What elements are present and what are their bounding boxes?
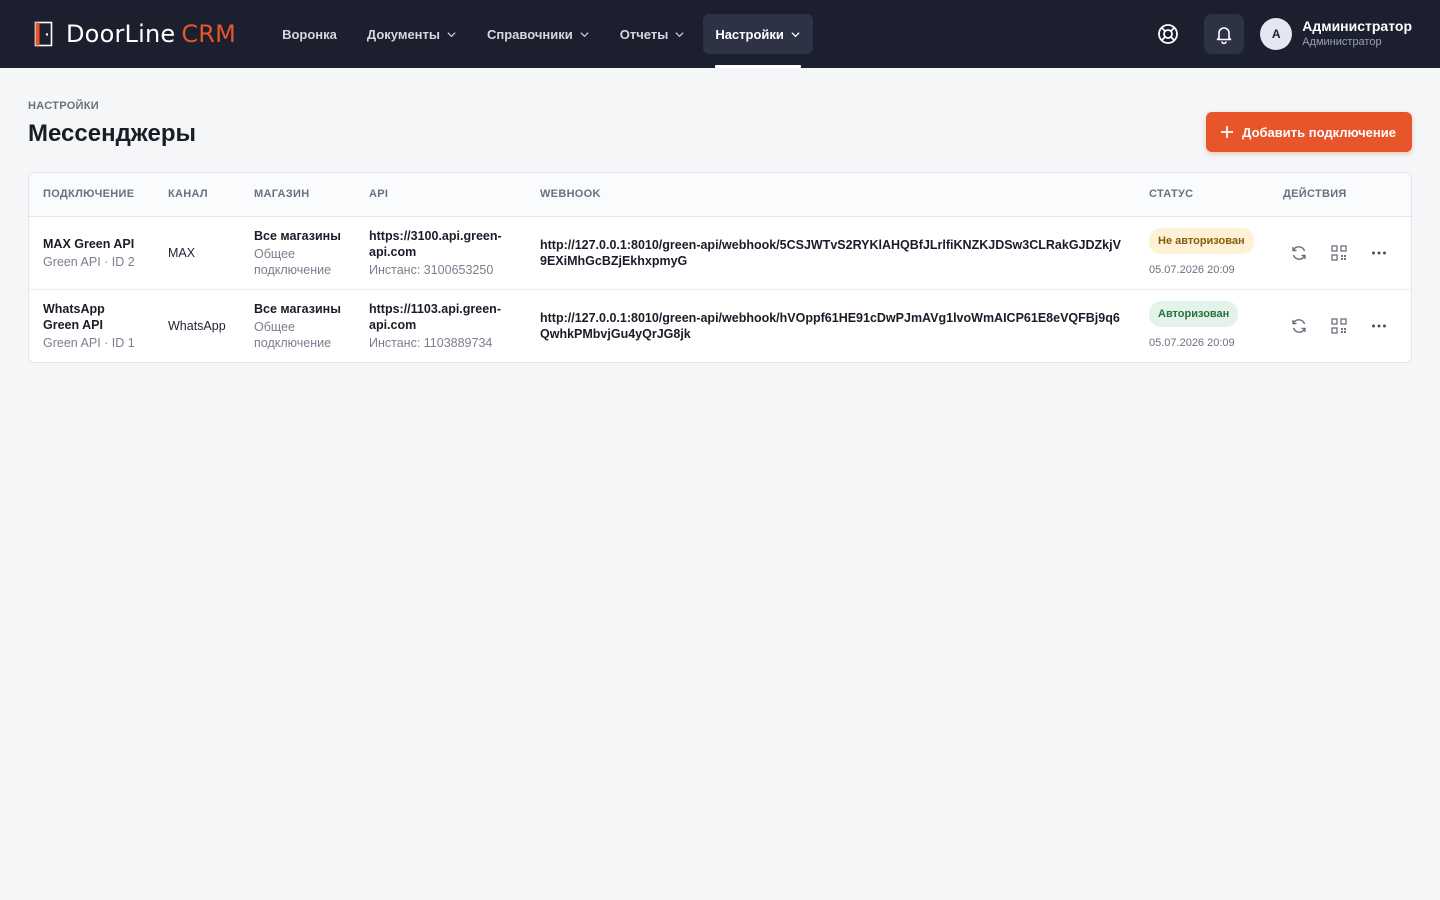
nav-item-funnel[interactable]: Воронка <box>270 14 349 54</box>
more-options-button[interactable] <box>1363 310 1395 342</box>
chevron-down-icon <box>791 31 800 37</box>
add-connection-button[interactable]: Добавить подключение <box>1206 112 1412 152</box>
connection-meta: Green API · ID 1 <box>43 335 135 350</box>
nav-item-settings[interactable]: Настройки <box>703 14 813 68</box>
refresh-icon <box>1292 245 1306 260</box>
qr-code-icon <box>1331 244 1347 261</box>
table-row: MAX Green API Green API · ID 2 MAX Все м… <box>29 216 1411 290</box>
qr-code-button[interactable] <box>1323 237 1355 269</box>
user-name: Администратор <box>1302 18 1412 34</box>
column-header-status: СТАТУС <box>1135 173 1269 217</box>
main-nav: Воронка Документы Справочники Отчеты Нас… <box>270 0 819 68</box>
store-sub: Общее подключение <box>254 246 332 277</box>
status-timestamp: 05.07.2026 20:09 <box>1149 263 1235 276</box>
nav-item-documents[interactable]: Документы <box>355 14 469 54</box>
status-badge: Не авторизован <box>1149 227 1254 254</box>
api-url: https://3100.api.green-api.com <box>369 228 502 259</box>
nav-item-label: Справочники <box>487 26 573 42</box>
lifebuoy-icon <box>1158 24 1179 44</box>
connection-name: MAX Green API <box>43 236 135 251</box>
table-row: WhatsApp Green API Green API · ID 1 What… <box>29 289 1411 362</box>
avatar: A <box>1260 18 1293 50</box>
webhook-url: http://127.0.0.1:8010/green-api/webhook/… <box>540 237 1121 268</box>
top-right-controls: A Администратор Администратор <box>1148 14 1412 54</box>
row-actions <box>1283 237 1397 269</box>
nav-item-label: Настройки <box>715 26 784 42</box>
more-horizontal-icon <box>1372 324 1386 328</box>
chevron-down-icon <box>675 31 684 37</box>
nav-item-directories[interactable]: Справочники <box>475 14 602 54</box>
refresh-icon <box>1292 318 1306 333</box>
nav-item-label: Документы <box>366 26 440 42</box>
table-header-row: ПОДКЛЮЧЕНИЕ КАНАЛ МАГАЗИН API WEBHOOK СТ… <box>29 173 1411 217</box>
bell-icon <box>1216 27 1232 44</box>
column-header-store: МАГАЗИН <box>240 173 355 217</box>
webhook-url: http://127.0.0.1:8010/green-api/webhook/… <box>540 310 1120 341</box>
qr-code-button[interactable] <box>1323 310 1355 342</box>
page-content: НАСТРОЙКИ Мессенджеры Добавить подключен… <box>0 68 1440 363</box>
api-url: https://1103.api.green-api.com <box>369 301 501 332</box>
connections-table: ПОДКЛЮЧЕНИЕ КАНАЛ МАГАЗИН API WEBHOOK СТ… <box>29 173 1411 362</box>
qr-code-icon <box>1331 318 1347 334</box>
channel-cell: MAX <box>154 216 240 290</box>
more-horizontal-icon <box>1372 251 1386 254</box>
refresh-button[interactable] <box>1283 310 1315 342</box>
connection-meta: Green API · ID 2 <box>43 254 135 269</box>
api-instance: Инстанс: 1103889734 <box>369 335 493 350</box>
plus-icon <box>1221 126 1234 138</box>
notifications-button[interactable] <box>1204 14 1245 54</box>
store-sub: Общее подключение <box>254 319 332 350</box>
top-navigation-bar: DoorLine CRM Воронка Документы Справочник… <box>0 0 1440 68</box>
store-name: Все магазины <box>254 301 341 316</box>
connection-name: WhatsApp Green API <box>43 301 105 332</box>
api-instance: Инстанс: 3100653250 <box>369 262 494 277</box>
column-header-actions: ДЕЙСТВИЯ <box>1269 173 1411 217</box>
door-logo-icon <box>34 21 54 47</box>
channel-cell: WhatsApp <box>168 318 226 333</box>
user-menu[interactable]: A Администратор Администратор <box>1260 18 1412 50</box>
store-name: Все магазины <box>254 228 341 243</box>
add-connection-label: Добавить подключение <box>1242 124 1396 140</box>
row-actions <box>1283 310 1397 342</box>
brand-name: DoorLine CRM <box>66 20 237 48</box>
column-header-connection: ПОДКЛЮЧЕНИЕ <box>29 173 154 217</box>
user-role: Администратор <box>1302 36 1382 48</box>
more-options-button[interactable] <box>1363 237 1395 269</box>
breadcrumb: НАСТРОЙКИ <box>28 100 99 112</box>
brand[interactable]: DoorLine CRM <box>34 20 236 48</box>
nav-item-label: Воронка <box>282 26 337 42</box>
nav-item-reports[interactable]: Отчеты <box>608 14 698 54</box>
chevron-down-icon <box>580 31 589 37</box>
connections-table-card: ПОДКЛЮЧЕНИЕ КАНАЛ МАГАЗИН API WEBHOOK СТ… <box>28 172 1412 363</box>
column-header-channel: КАНАЛ <box>154 173 240 217</box>
status-timestamp: 05.07.2026 20:09 <box>1149 336 1235 349</box>
column-header-api: API <box>355 173 526 217</box>
page-title: Мессенджеры <box>28 120 196 147</box>
refresh-button[interactable] <box>1283 237 1315 269</box>
chevron-down-icon <box>447 31 456 37</box>
nav-item-label: Отчеты <box>619 26 669 42</box>
column-header-webhook: WEBHOOK <box>526 173 1135 217</box>
status-badge: Авторизован <box>1149 300 1239 327</box>
help-button[interactable] <box>1148 14 1188 54</box>
